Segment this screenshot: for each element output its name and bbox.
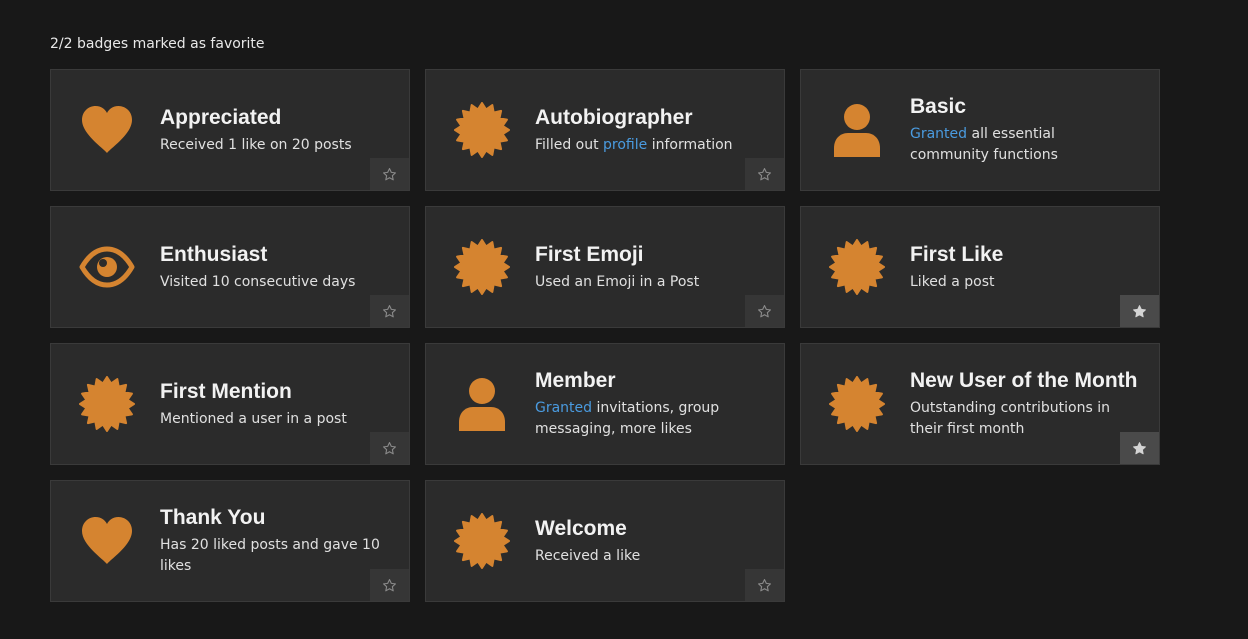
eye-icon [79, 207, 135, 327]
badge-title[interactable]: Member [535, 368, 760, 394]
badge-text: Member Granted invitations, group messagi… [535, 344, 760, 464]
badge-description: Mentioned a user in a post [160, 410, 347, 427]
badge-title[interactable]: Thank You [160, 505, 385, 531]
badge-seal-icon [829, 344, 885, 464]
badge-card-enthusiast[interactable]: Enthusiast Visited 10 consecutive days [50, 206, 410, 328]
badge-card-thank-you[interactable]: Thank You Has 20 liked posts and gave 10 … [50, 480, 410, 602]
badge-description: Granted invitations, group messaging, mo… [535, 398, 760, 440]
badge-text: First Like Liked a post [910, 207, 1135, 327]
badge-card-member[interactable]: Member Granted invitations, group messagi… [425, 343, 785, 465]
badge-card-first-emoji[interactable]: First Emoji Used an Emoji in a Post [425, 206, 785, 328]
user-icon [454, 344, 510, 464]
favorite-toggle-button[interactable] [745, 158, 784, 190]
badge-card-basic[interactable]: Basic Granted all essential community fun… [800, 69, 1160, 191]
star-outline-icon [383, 167, 396, 180]
badge-title[interactable]: First Like [910, 242, 1135, 268]
favorite-toggle-button[interactable] [1120, 432, 1159, 464]
badge-grid: Appreciated Received 1 like on 20 posts Au… [50, 69, 1160, 602]
heart-icon [79, 70, 135, 190]
favorite-toggle-button[interactable] [370, 295, 409, 327]
badge-description: Granted all essential community function… [910, 124, 1135, 166]
badge-text: Autobiographer Filled out profile informa… [535, 70, 760, 190]
badge-card-appreciated[interactable]: Appreciated Received 1 like on 20 posts [50, 69, 410, 191]
badge-text: Basic Granted all essential community fun… [910, 70, 1135, 190]
badge-seal-icon [454, 481, 510, 601]
badge-text: Welcome Received a like [535, 481, 760, 601]
star-outline-icon [383, 578, 396, 591]
heart-icon [79, 481, 135, 601]
badge-text: New User of the Month Outstanding contrib… [910, 344, 1138, 464]
badge-title[interactable]: Autobiographer [535, 105, 760, 131]
badge-description-text: Filled out [535, 136, 604, 153]
favorite-toggle-button[interactable] [370, 432, 409, 464]
star-filled-icon [1133, 441, 1146, 454]
badge-description: Received a like [535, 547, 641, 564]
favorites-summary: 2/2 badges marked as favorite [50, 36, 265, 52]
badge-title[interactable]: New User of the Month [910, 368, 1138, 394]
badge-text: First Mention Mentioned a user in a post [160, 344, 385, 464]
badge-description: Filled out profile information [535, 135, 760, 156]
favorite-toggle-button[interactable] [370, 158, 409, 190]
badge-description-text: information [647, 136, 733, 153]
badge-seal-icon [829, 207, 885, 327]
badge-text: Thank You Has 20 liked posts and gave 10 … [160, 481, 385, 601]
badge-card-new-user-of-the-month[interactable]: New User of the Month Outstanding contrib… [800, 343, 1160, 465]
badge-description: Used an Emoji in a Post [535, 273, 700, 290]
favorite-toggle-button[interactable] [745, 295, 784, 327]
star-outline-icon [383, 304, 396, 317]
badge-text: Appreciated Received 1 like on 20 posts [160, 70, 385, 190]
badge-description: Received 1 like on 20 posts [160, 136, 352, 153]
badge-description-link[interactable]: Granted [910, 126, 967, 142]
star-outline-icon [758, 304, 771, 317]
badge-title[interactable]: Welcome [535, 516, 760, 542]
badge-card-autobiographer[interactable]: Autobiographer Filled out profile informa… [425, 69, 785, 191]
star-outline-icon [758, 578, 771, 591]
badge-description: Liked a post [910, 273, 995, 290]
badge-text: First Emoji Used an Emoji in a Post [535, 207, 760, 327]
badge-title[interactable]: First Emoji [535, 242, 760, 268]
badge-card-first-mention[interactable]: First Mention Mentioned a user in a post [50, 343, 410, 465]
badge-seal-icon [454, 70, 510, 190]
badge-card-first-like[interactable]: First Like Liked a post [800, 206, 1160, 328]
user-icon [829, 70, 885, 190]
badge-description: Visited 10 consecutive days [160, 273, 356, 290]
badge-title[interactable]: Enthusiast [160, 242, 385, 268]
favorite-toggle-button[interactable] [1120, 295, 1159, 327]
badge-text: Enthusiast Visited 10 consecutive days [160, 207, 385, 327]
badge-title[interactable]: Appreciated [160, 105, 385, 131]
star-outline-icon [383, 441, 396, 454]
favorite-toggle-button[interactable] [745, 569, 784, 601]
badge-title[interactable]: First Mention [160, 379, 385, 405]
badge-description-link[interactable]: Granted [535, 400, 592, 416]
badge-description: Has 20 liked posts and gave 10 likes [160, 537, 380, 574]
badge-seal-icon [454, 207, 510, 327]
star-filled-icon [1133, 304, 1146, 317]
badge-description: Outstanding contributions in their first… [910, 400, 1110, 437]
badge-description-link[interactable]: profile [603, 137, 647, 153]
badge-seal-icon [79, 344, 135, 464]
star-outline-icon [758, 167, 771, 180]
badge-card-welcome[interactable]: Welcome Received a like [425, 480, 785, 602]
badges-page: 2/2 badges marked as favorite Appreciate… [0, 0, 1248, 639]
favorite-toggle-button[interactable] [370, 569, 409, 601]
badge-title[interactable]: Basic [910, 94, 1135, 120]
